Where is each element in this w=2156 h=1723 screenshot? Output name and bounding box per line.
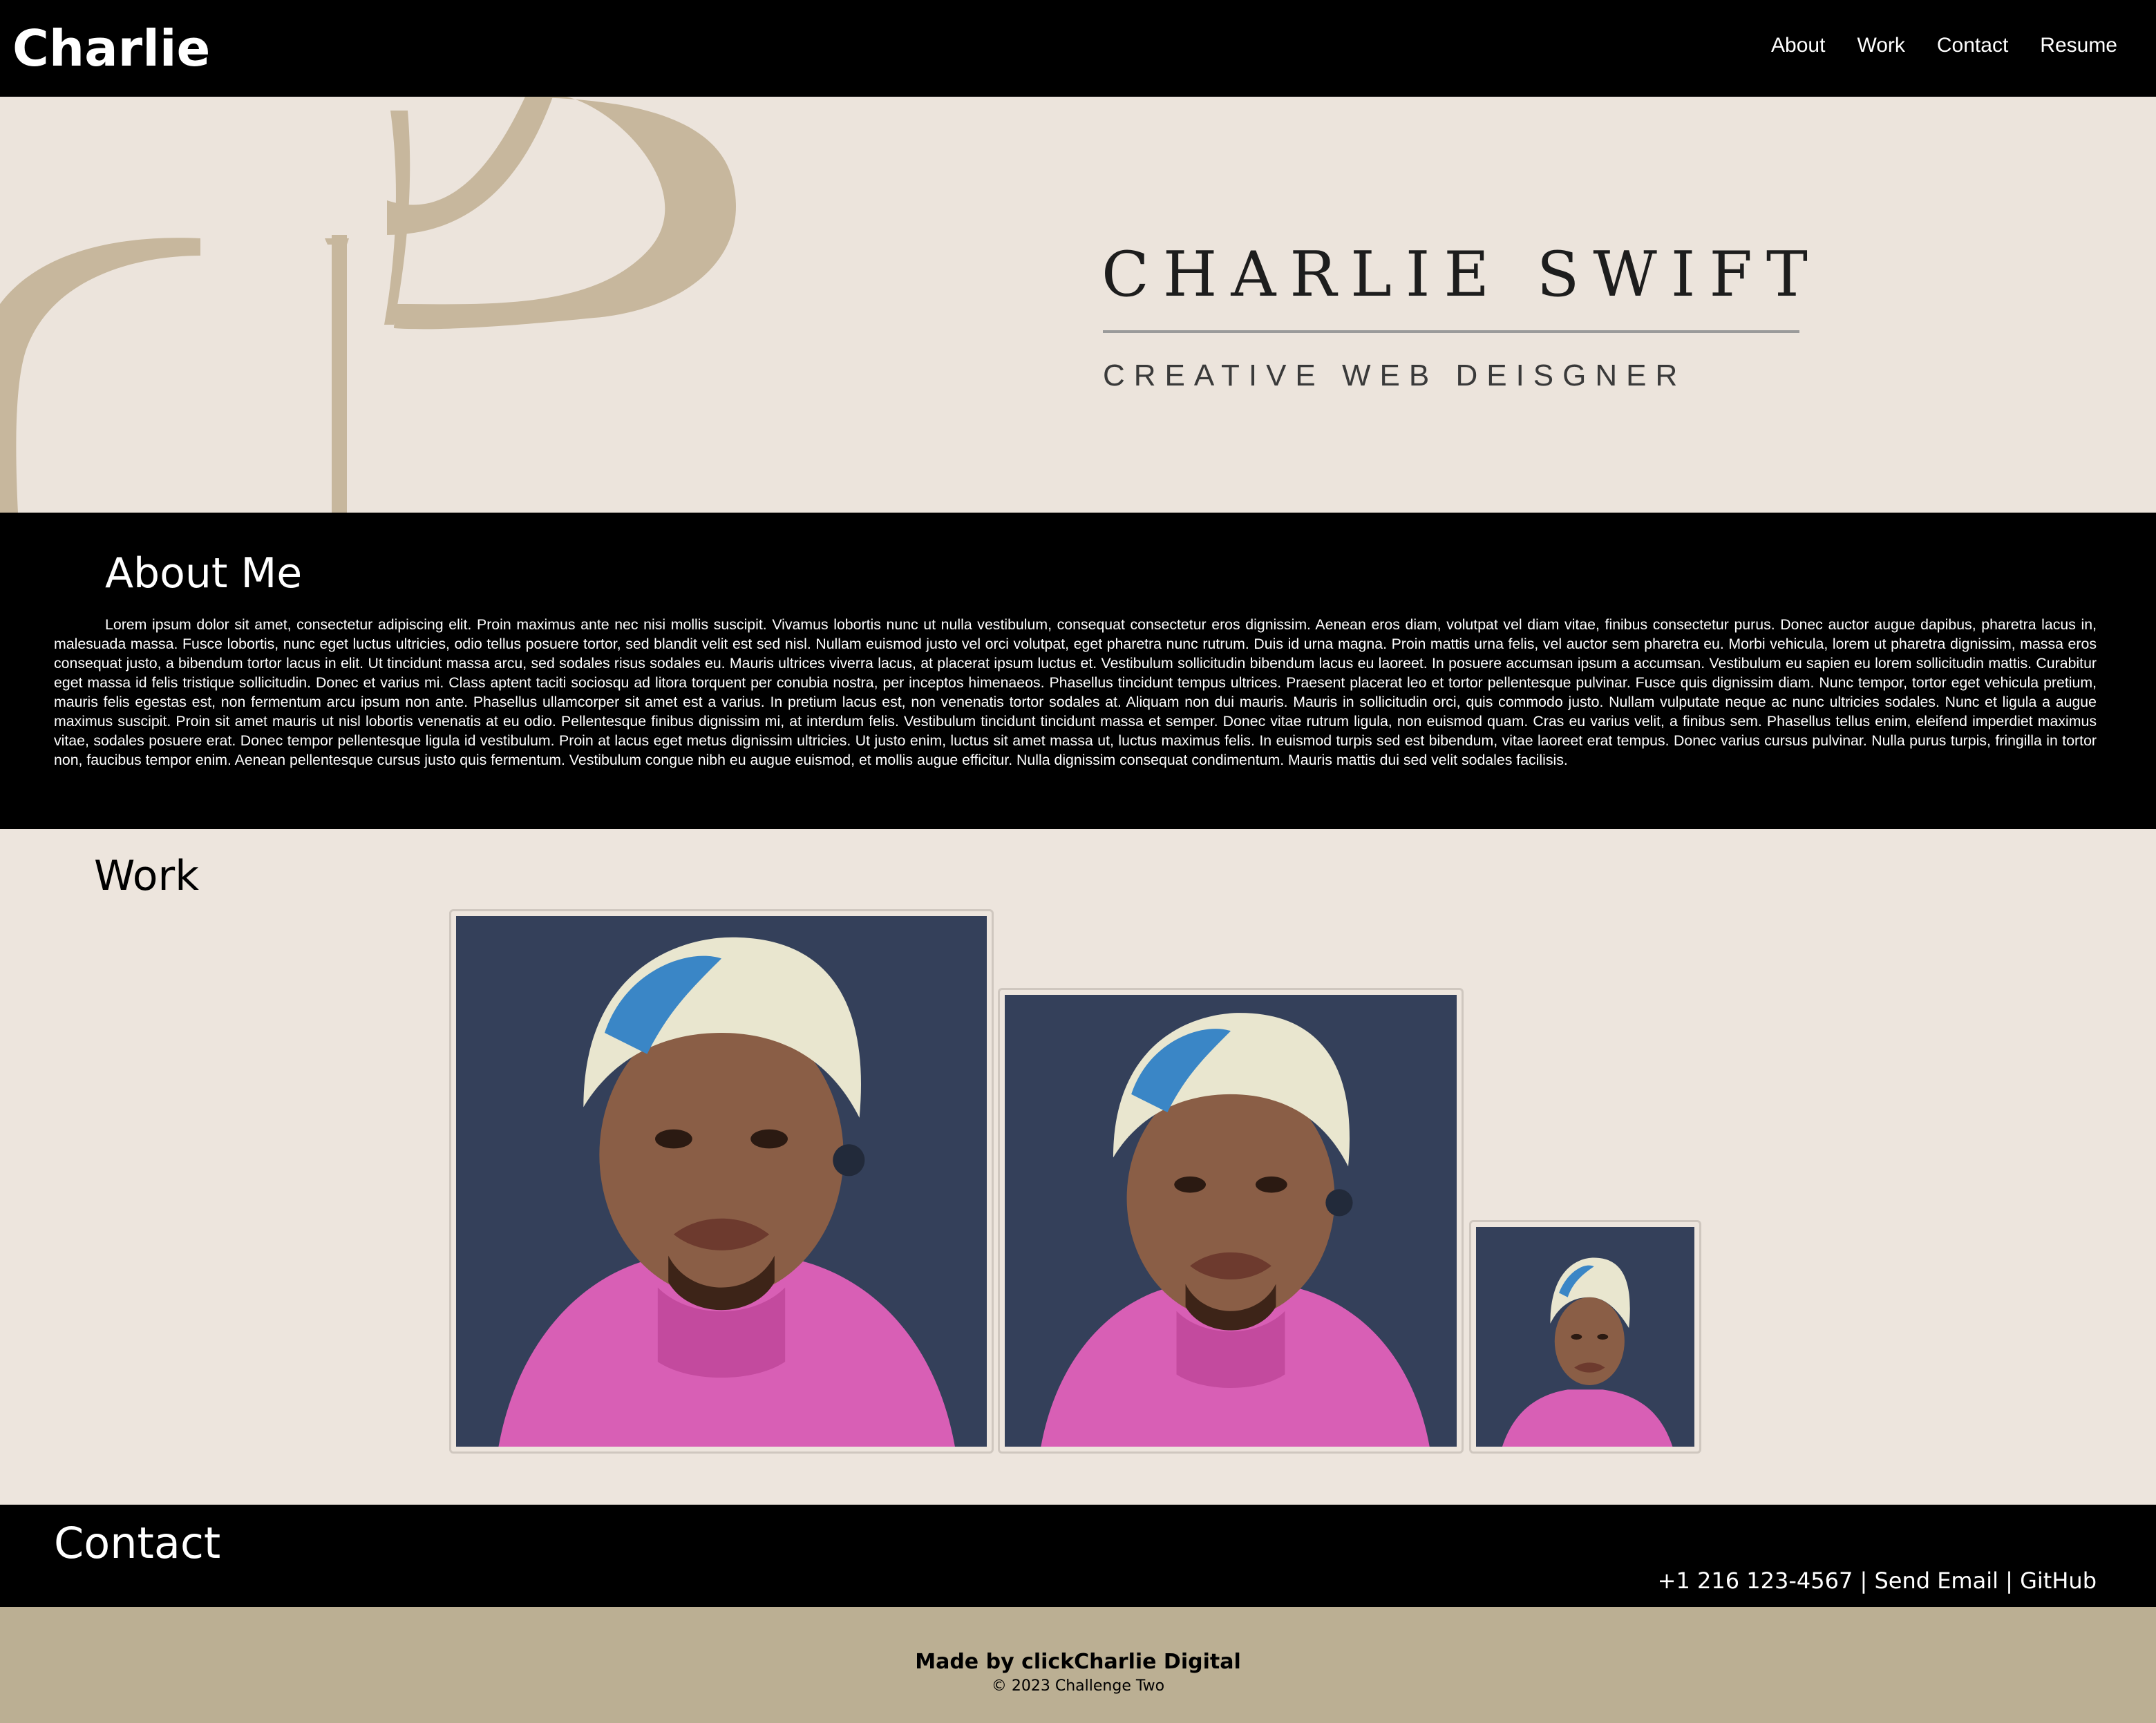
work-image-medium[interactable] [998,988,1464,1454]
work-image-large[interactable] [449,909,994,1454]
hero-subtitle: CREATIVE WEB DEISGNER [1103,359,1687,392]
about-title: About Me [105,549,303,598]
portrait-photo-small [1476,1227,1694,1447]
hero-name: CHARLIE SWIFT [1101,238,1822,311]
nav-link-work[interactable]: Work [1857,30,1904,61]
separator: | [1853,1568,1875,1594]
brand-logo[interactable]: Charlie [12,15,210,82]
nav-links: About Work Contact Resume [1771,30,2117,61]
portrait-photo-large [456,916,987,1447]
about-section: About Me Lorem ipsum dolor sit amet, con… [0,513,2156,829]
about-text: Lorem ipsum dolor sit amet, consectetur … [54,616,2097,768]
monogram-graphic [0,97,736,513]
send-email-link[interactable]: Send Email [1874,1568,1998,1594]
nav-link-resume[interactable]: Resume [2040,30,2117,61]
contact-links: +1 216 123-4567 | Send Email | GitHub [1658,1565,2097,1596]
footer-credit: Made by clickCharlie Digital [915,1650,1241,1674]
nav-link-contact[interactable]: Contact [1937,30,2008,61]
contact-title: Contact [54,1518,221,1568]
footer-copyright: © 2023 Challenge Two [991,1677,1165,1695]
github-link[interactable]: GitHub [2020,1568,2097,1594]
work-section: Work [0,829,2156,1505]
portrait-photo-medium [1005,995,1457,1447]
nav-link-about[interactable]: About [1771,30,1825,61]
hero-divider [1103,330,1799,333]
hero-banner: CHARLIE SWIFT CREATIVE WEB DEISGNER [0,97,2156,513]
work-image-small[interactable] [1469,1220,1701,1454]
work-title: Work [94,852,199,900]
separator: | [1998,1568,2021,1594]
top-nav: Charlie About Work Contact Resume [0,0,2156,97]
phone-link[interactable]: +1 216 123-4567 [1658,1568,1853,1594]
footer: Made by clickCharlie Digital © 2023 Chal… [0,1607,2156,1723]
contact-section: Contact +1 216 123-4567 | Send Email | G… [0,1505,2156,1607]
